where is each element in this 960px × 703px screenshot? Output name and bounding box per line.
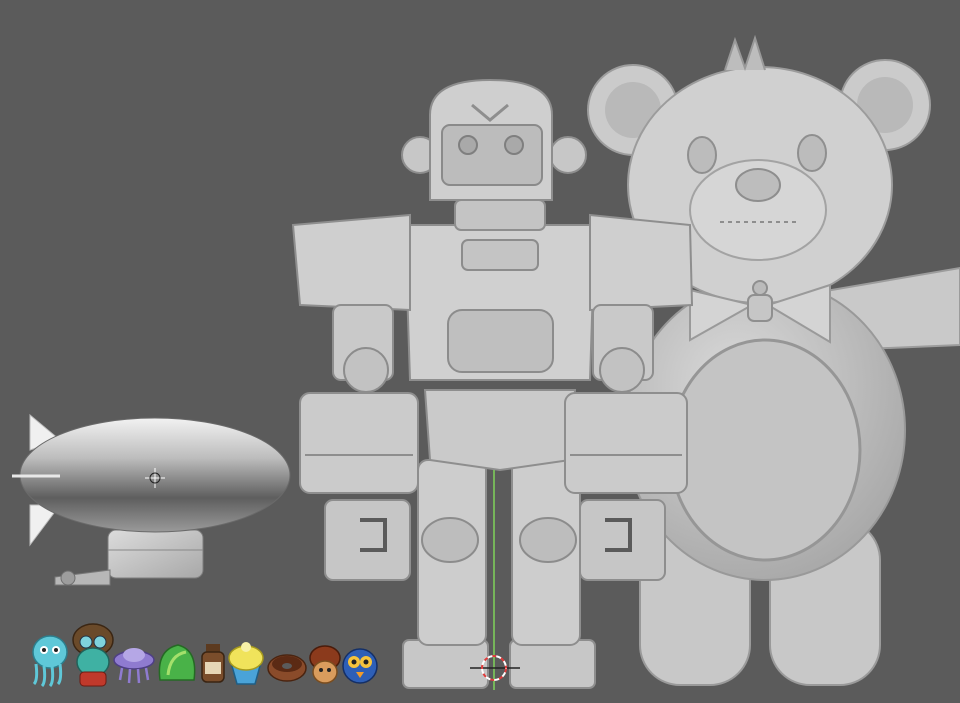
airship-model[interactable]: [12, 413, 291, 586]
potion-bottle-icon[interactable]: [201, 644, 225, 683]
3d-viewport[interactable]: [0, 0, 960, 703]
pilot-character-icon[interactable]: [72, 623, 114, 687]
blue-bird-icon[interactable]: [342, 648, 378, 684]
scene-canvas[interactable]: [0, 0, 960, 703]
leaf-plant-icon[interactable]: [158, 644, 196, 681]
acorn-character-icon[interactable]: [309, 645, 341, 684]
donut-icon[interactable]: [267, 654, 307, 682]
ufo-jellyfish-icon[interactable]: [113, 648, 155, 684]
jellyfish-blue-icon[interactable]: [32, 635, 68, 688]
character-icon-row: [32, 623, 378, 688]
cupcake-icon[interactable]: [228, 642, 264, 685]
